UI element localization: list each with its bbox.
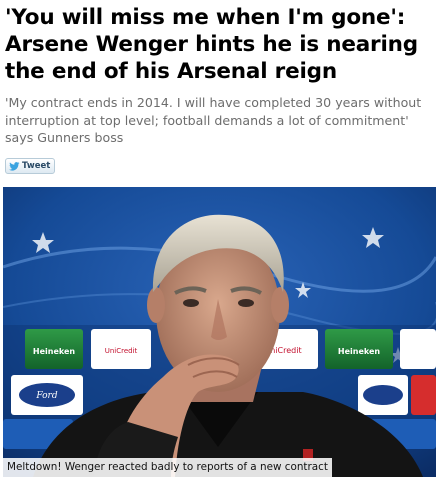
article-standfirst: 'My contract ends in 2014. I will have c… bbox=[5, 95, 422, 145]
svg-text:Heineken: Heineken bbox=[338, 347, 381, 356]
article-photo: Heineken UniCredit UniCredit Heineken Fo… bbox=[3, 187, 436, 477]
svg-text:UniCredit: UniCredit bbox=[105, 347, 138, 355]
svg-text:Heineken: Heineken bbox=[33, 347, 76, 356]
tweet-button-label: Tweet bbox=[22, 161, 51, 171]
article-headline: 'You will miss me when I'm gone': Arsene… bbox=[5, 5, 418, 84]
svg-text:Ford: Ford bbox=[35, 391, 57, 401]
twitter-bird-icon bbox=[9, 161, 20, 171]
tweet-button[interactable]: Tweet bbox=[5, 158, 56, 174]
press-conference-photo: Heineken UniCredit UniCredit Heineken Fo… bbox=[3, 187, 436, 477]
photo-caption: Meltdown! Wenger reacted badly to report… bbox=[3, 458, 332, 477]
